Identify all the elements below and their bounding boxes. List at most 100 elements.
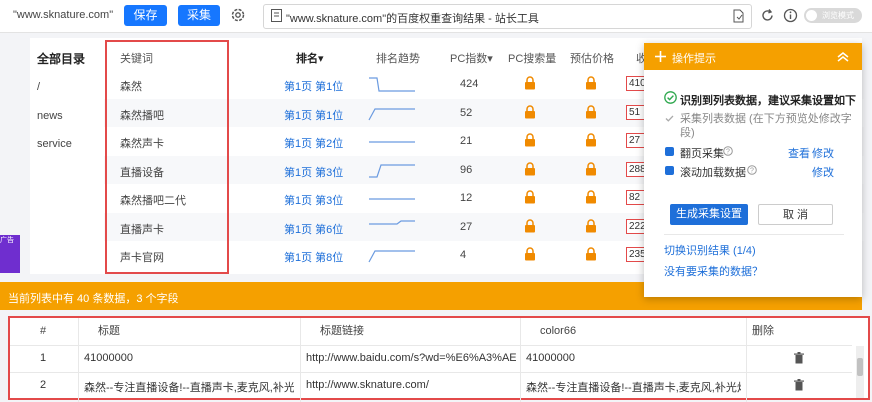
toggle-label: 浏览模式	[822, 11, 854, 20]
vip-lock-icon[interactable]	[524, 247, 536, 261]
save-button[interactable]: 保存	[124, 5, 167, 26]
ad-label: 广告	[0, 237, 14, 244]
trash-icon[interactable]	[794, 352, 804, 364]
pc-index-cell: 52	[460, 106, 473, 119]
sidebar-item-service[interactable]: service	[37, 138, 72, 150]
rank-trend-sparkline	[369, 141, 415, 143]
result-row: 1 41000000 http://www.baidu.com/s?wd=%E6%A…	[10, 345, 852, 373]
header-price: 预估价格	[570, 53, 614, 65]
refresh-icon[interactable]	[760, 8, 775, 23]
vip-lock-icon[interactable]	[585, 190, 597, 204]
scroll-thumb[interactable]	[857, 358, 863, 376]
header-rank[interactable]: 排名▾	[296, 50, 324, 66]
vip-lock-icon[interactable]	[524, 218, 536, 233]
svg-text:?: ?	[750, 168, 754, 175]
keyword-highlight-box	[105, 40, 229, 274]
vip-lock-icon[interactable]	[524, 104, 536, 119]
plus-icon	[655, 51, 666, 62]
vip-lock-icon[interactable]	[524, 133, 536, 147]
link-cell[interactable]: http://www.baidu.com/s?wd=%E6%A3%AE%E7%.…	[306, 352, 516, 364]
rank-link[interactable]: 第1页 第6位	[284, 221, 343, 237]
help-icon[interactable]: ?	[723, 146, 733, 156]
rank-link[interactable]: 第1页 第3位	[284, 164, 343, 180]
vip-lock-icon[interactable]	[585, 133, 597, 147]
color-cell[interactable]: 41000000	[526, 352, 741, 364]
rank-link[interactable]: 第1页 第3位	[284, 192, 343, 208]
header-pc-index-label: PC指数	[450, 53, 488, 65]
color-cell[interactable]: 森然--专注直播设备!--直播声卡,麦克风,补光灯,耳...	[526, 379, 741, 395]
th-link[interactable]: 标题链接	[320, 318, 364, 344]
th-delete: 删除	[752, 325, 774, 337]
edit-paging-link[interactable]: 修改	[812, 145, 834, 161]
chevron-up-icon[interactable]	[836, 51, 850, 63]
title-cell[interactable]: 森然--专注直播设备!--直播声卡,麦克风,补光灯,耳...	[84, 379, 294, 395]
vip-lock-icon[interactable]	[524, 161, 536, 176]
vip-lock-icon[interactable]	[585, 247, 597, 261]
edit-scroll-link[interactable]: 修改	[812, 164, 834, 180]
trash-icon[interactable]	[794, 379, 804, 391]
vip-lock-icon[interactable]	[585, 104, 597, 119]
generate-settings-button[interactable]: 生成采集设置	[670, 204, 748, 225]
header-trend: 排名趋势	[376, 53, 420, 65]
rank-link[interactable]: 第1页 第8位	[284, 249, 343, 265]
vip-lock-icon[interactable]	[585, 218, 597, 233]
pc-index-cell: 27	[460, 220, 473, 233]
status-text: 当前列表中有 40 条数据，3 个字段	[8, 293, 179, 305]
vip-lock-icon[interactable]	[585, 76, 597, 90]
vip-lock-icon[interactable]	[524, 76, 536, 90]
top-toolbar: "www.sknature.com" 保存 采集 "www.sknature.c…	[0, 0, 872, 33]
result-table: # 标题 标题链接 color66 删除 1 41000000 http://www…	[8, 316, 870, 402]
operation-tip-panel: 操作提示 识别到列表数据，建议采集设置如下 采集列表数据 (在下方预览处修改字段…	[644, 43, 862, 297]
pc-index-cell: 96	[460, 163, 473, 176]
header-pc-search: PC搜索量	[508, 53, 557, 65]
domain-label: "www.sknature.com"	[13, 9, 114, 21]
rank-trend-sparkline	[369, 219, 415, 225]
sidebar-item-news[interactable]: news	[37, 110, 63, 122]
rank-trend-sparkline	[369, 77, 415, 92]
gear-icon[interactable]	[230, 7, 246, 23]
paging-checkbox[interactable]	[665, 147, 674, 156]
table-scrollbar[interactable]	[856, 346, 864, 398]
view-link[interactable]: 查看	[788, 145, 810, 161]
vip-lock-icon[interactable]	[524, 190, 536, 204]
document-icon	[271, 9, 282, 22]
rank-link[interactable]: 第1页 第2位	[284, 135, 343, 151]
rank-trend-sparkline	[368, 107, 415, 120]
detect-title: 识别到列表数据，建议采集设置如下	[680, 95, 856, 107]
cancel-button[interactable]: 取 消	[758, 204, 833, 225]
panel-header[interactable]: 操作提示	[644, 43, 862, 70]
ad-banner[interactable]: 广告	[0, 235, 20, 273]
check-circle-icon	[664, 91, 677, 104]
row-number: 1	[40, 352, 47, 364]
pc-index-cell: 424	[460, 78, 479, 90]
no-data-link[interactable]: 没有要采集的数据？	[664, 263, 763, 279]
rank-trend-sparkline	[369, 198, 415, 200]
browse-mode-toggle[interactable]: 浏览模式	[804, 8, 862, 23]
info-icon[interactable]	[783, 8, 798, 23]
rank-link[interactable]: 第1页 第1位	[284, 107, 343, 123]
th-num: #	[40, 325, 47, 337]
result-row: 2 森然--专注直播设备!--直播声卡,麦克风,补光灯,耳... http://ww…	[10, 372, 852, 400]
row-number: 2	[40, 379, 47, 391]
title-cell[interactable]: 41000000	[84, 352, 294, 364]
panel-body: 识别到列表数据，建议采集设置如下 采集列表数据 (在下方预览处修改字段) 翻页采…	[644, 70, 862, 297]
header-pc-index[interactable]: PC指数▾	[450, 50, 493, 66]
link-cell[interactable]: http://www.sknature.com/	[306, 379, 516, 391]
address-bar[interactable]: "www.sknature.com"的百度权重查询结果 - 站长工具	[263, 4, 752, 29]
sort-down-icon: ▾	[318, 53, 324, 65]
rank-trend-sparkline	[369, 163, 415, 178]
sidebar-item-root[interactable]: /	[37, 81, 40, 93]
rank-trend-sparkline	[368, 250, 415, 263]
vip-lock-icon[interactable]	[585, 161, 597, 176]
rank-link[interactable]: 第1页 第1位	[284, 78, 343, 94]
th-title[interactable]: 标题	[98, 318, 120, 344]
svg-text:?: ?	[726, 149, 730, 156]
collect-button[interactable]: 采集	[178, 5, 220, 26]
switch-result-link[interactable]: 切换识别结果 (1/4)	[664, 242, 756, 258]
pc-index-cell: 12	[460, 192, 473, 204]
scroll-load-checkbox[interactable]	[665, 166, 674, 175]
help-icon[interactable]: ?	[747, 165, 757, 175]
header-rank-label: 排名	[296, 53, 318, 65]
th-color[interactable]: color66	[540, 318, 576, 344]
extension-icon[interactable]	[732, 9, 745, 23]
